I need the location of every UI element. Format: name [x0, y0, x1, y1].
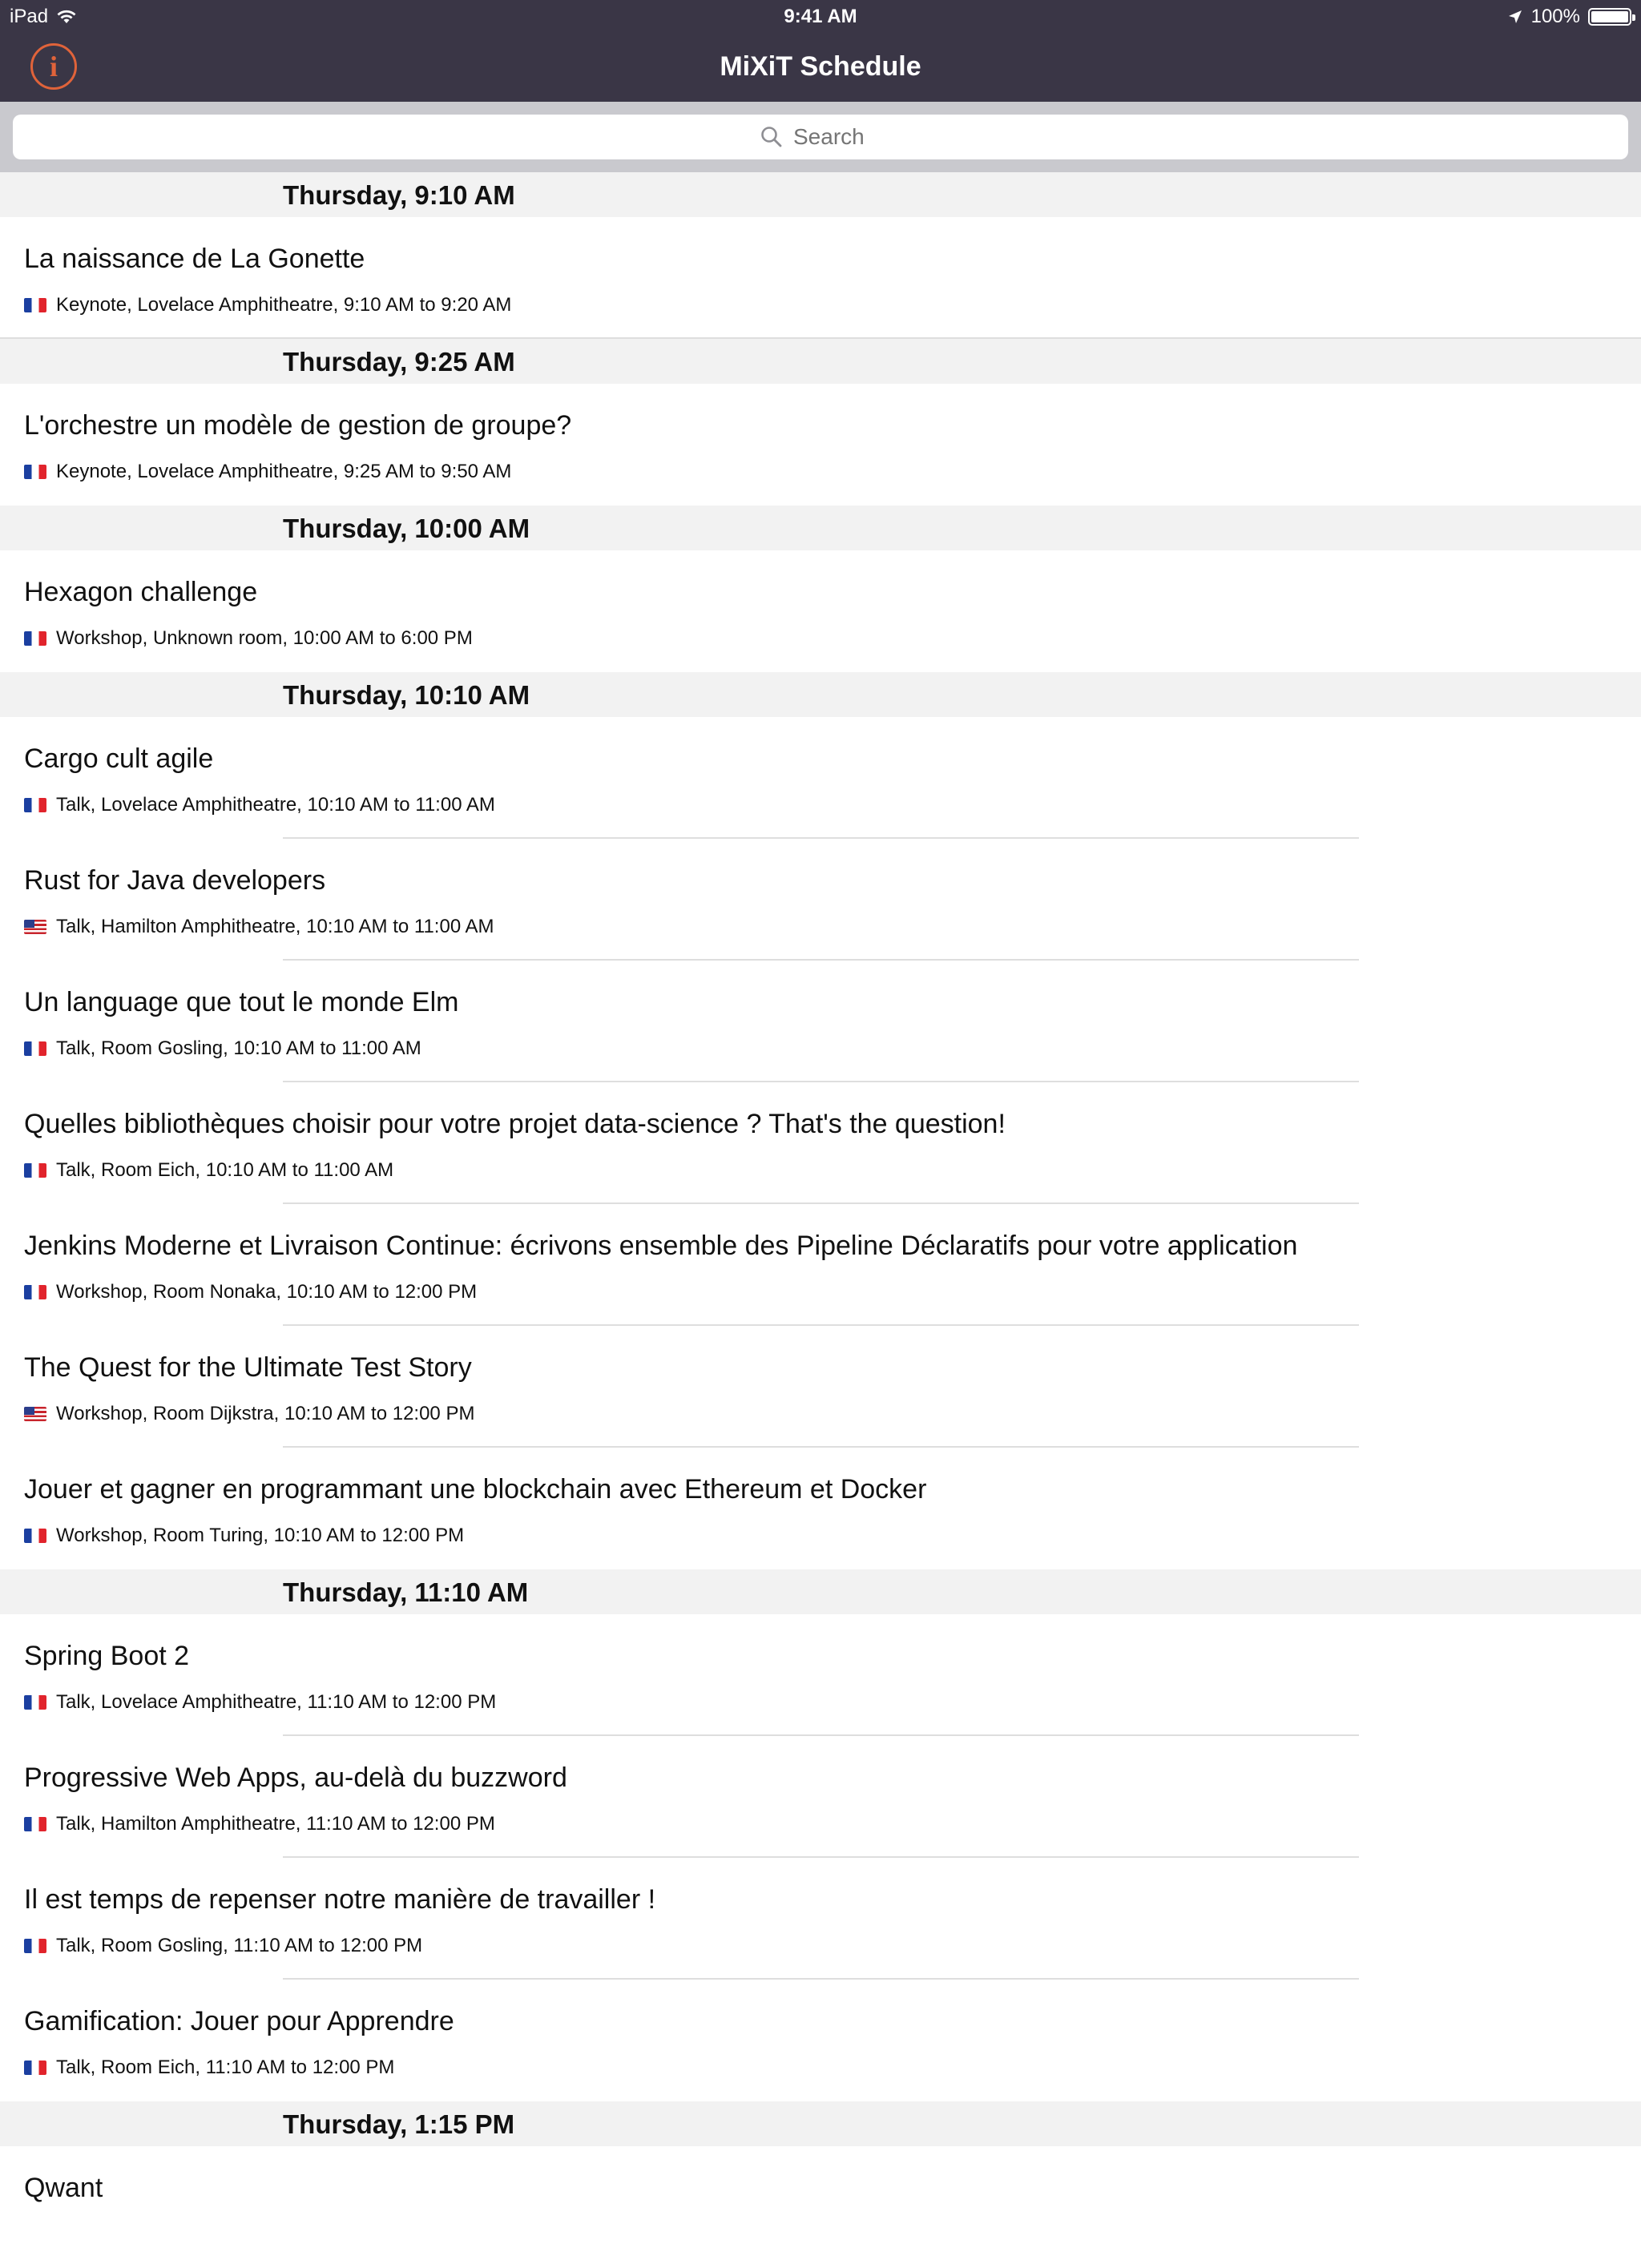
french-flag-icon — [24, 1041, 46, 1056]
section-header-label: Thursday, 9:10 AM — [283, 180, 515, 210]
session-row[interactable]: Un language que tout le monde Elm Talk, R… — [0, 961, 1641, 1082]
section-header-label: Thursday, 10:00 AM — [283, 514, 530, 543]
session-row[interactable]: Rust for Java developers Talk, Hamilton A… — [0, 839, 1641, 961]
navigation-bar: i MiXiT Schedule — [0, 32, 1641, 102]
session-title: Gamification: Jouer pour Apprendre — [24, 2006, 454, 2036]
session-meta: Talk, Room Eich, 11:10 AM to 12:00 PM — [24, 2057, 394, 2079]
status-bar: iPad 9:41 AM 100% — [0, 0, 1641, 32]
french-flag-icon — [24, 465, 46, 479]
session-title: Jenkins Moderne et Livraison Continue: é… — [24, 1231, 1298, 1261]
french-flag-icon — [24, 1817, 46, 1831]
section-header: Thursday, 9:10 AM — [0, 172, 1641, 217]
page-title: MiXiT Schedule — [720, 51, 921, 82]
french-flag-icon — [24, 1695, 46, 1710]
schedule-list[interactable]: Thursday, 9:10 AM La naissance de La Gone… — [0, 172, 1641, 2268]
session-title: L'orchestre un modèle de gestion de grou… — [24, 410, 572, 441]
session-details: Talk, Room Gosling, 10:10 AM to 11:00 AM — [56, 1037, 421, 1059]
session-details: Talk, Room Eich, 10:10 AM to 11:00 AM — [56, 1159, 394, 1181]
battery-icon — [1588, 8, 1635, 26]
session-row[interactable]: Spring Boot 2 Talk, Lovelace Amphitheatre… — [0, 1614, 1641, 1736]
session-title: Hexagon challenge — [24, 577, 258, 607]
session-details: Workshop, Room Nonaka, 10:10 AM to 12:00… — [56, 1281, 478, 1303]
session-meta: Workshop, Room Turing, 10:10 AM to 12:00… — [24, 1525, 464, 1547]
us-flag-icon — [24, 920, 46, 934]
session-meta: Talk, Lovelace Amphitheatre, 10:10 AM to… — [24, 794, 495, 816]
session-details: Talk, Hamilton Amphitheatre, 11:10 AM to… — [56, 1813, 495, 1835]
session-row[interactable]: Cargo cult agile Talk, Lovelace Amphithea… — [0, 717, 1641, 839]
session-meta: Talk, Hamilton Amphitheatre, 10:10 AM to… — [24, 916, 494, 938]
french-flag-icon — [24, 1939, 46, 1953]
session-row[interactable]: Jouer et gagner en programmant une block… — [0, 1448, 1641, 1569]
section-header-label: Thursday, 1:15 PM — [283, 2109, 515, 2139]
location-arrow-icon — [1508, 10, 1522, 23]
section-header: Thursday, 1:15 PM — [0, 2101, 1641, 2146]
session-title: Cargo cult agile — [24, 743, 214, 774]
session-meta: Talk, Room Gosling, 11:10 AM to 12:00 PM — [24, 1935, 422, 1957]
session-meta: Talk, Room Eich, 10:10 AM to 11:00 AM — [24, 1159, 393, 1182]
search-input[interactable] — [793, 124, 881, 150]
french-flag-icon — [24, 1163, 46, 1178]
session-details: Talk, Hamilton Amphitheatre, 10:10 AM to… — [56, 916, 494, 937]
section-header: Thursday, 9:25 AM — [0, 339, 1641, 384]
session-title: The Quest for the Ultimate Test Story — [24, 1352, 472, 1383]
session-row[interactable]: La naissance de La Gonette Keynote, Lovel… — [0, 217, 1641, 339]
session-details: Keynote, Lovelace Amphitheatre, 9:10 AM … — [56, 294, 512, 316]
session-details: Talk, Lovelace Amphitheatre, 11:10 AM to… — [56, 1691, 497, 1713]
search-field[interactable] — [13, 115, 1628, 159]
session-meta: Workshop, Room Dijkstra, 10:10 AM to 12:… — [24, 1403, 474, 1425]
french-flag-icon — [24, 1285, 46, 1299]
session-row[interactable]: Gamification: Jouer pour Apprendre Talk, … — [0, 1980, 1641, 2101]
session-title: Rust for Java developers — [24, 865, 326, 896]
session-row[interactable]: The Quest for the Ultimate Test Story Wor… — [0, 1326, 1641, 1448]
french-flag-icon — [24, 798, 46, 812]
session-details: Workshop, Room Turing, 10:10 AM to 12:00… — [56, 1525, 465, 1546]
search-icon — [761, 127, 782, 147]
section-header-label: Thursday, 10:10 AM — [283, 680, 530, 710]
session-row[interactable]: Hexagon challenge Workshop, Unknown room,… — [0, 550, 1641, 672]
session-meta: Talk, Hamilton Amphitheatre, 11:10 AM to… — [24, 1813, 495, 1835]
session-meta: Keynote, Lovelace Amphitheatre, 9:25 AM … — [24, 461, 511, 483]
section-header: Thursday, 10:10 AM — [0, 672, 1641, 717]
session-meta: Keynote, Lovelace Amphitheatre, 9:10 AM … — [24, 294, 511, 316]
section-header-label: Thursday, 11:10 AM — [283, 1577, 529, 1607]
session-details: Keynote, Lovelace Amphitheatre, 9:25 AM … — [56, 461, 512, 482]
session-meta: Talk, Room Gosling, 10:10 AM to 11:00 AM — [24, 1037, 421, 1060]
session-row[interactable]: Progressive Web Apps, au-delà du buzzwor… — [0, 1736, 1641, 1858]
search-bar — [0, 102, 1641, 172]
session-details: Talk, Lovelace Amphitheatre, 10:10 AM to… — [56, 794, 495, 816]
session-title: Progressive Web Apps, au-delà du buzzwor… — [24, 1762, 567, 1793]
session-meta: Workshop, Room Nonaka, 10:10 AM to 12:00… — [24, 1281, 477, 1303]
session-meta: Workshop, Unknown room, 10:00 AM to 6:00… — [24, 627, 473, 650]
french-flag-icon — [24, 2061, 46, 2075]
session-meta: Talk, Lovelace Amphitheatre, 11:10 AM to… — [24, 1691, 496, 1714]
french-flag-icon — [24, 1529, 46, 1543]
section-header: Thursday, 10:00 AM — [0, 506, 1641, 550]
session-details: Workshop, Room Dijkstra, 10:10 AM to 12:… — [56, 1403, 475, 1424]
us-flag-icon — [24, 1407, 46, 1421]
session-row[interactable]: Qwant — [0, 2146, 1641, 2268]
session-title: Jouer et gagner en programmant une block… — [24, 1474, 927, 1505]
session-title: Quelles bibliothèques choisir pour votre… — [24, 1109, 1006, 1139]
top-bar: iPad 9:41 AM 100% i MiXiT Schedule — [0, 0, 1641, 102]
status-time: 9:41 AM — [784, 6, 857, 27]
session-details: Workshop, Unknown room, 10:00 AM to 6:00… — [56, 627, 473, 649]
section-header-label: Thursday, 9:25 AM — [283, 347, 515, 377]
session-title: La naissance de La Gonette — [24, 244, 365, 274]
session-row[interactable]: L'orchestre un modèle de gestion de grou… — [0, 384, 1641, 506]
battery-percent: 100% — [1530, 6, 1580, 27]
session-details: Talk, Room Eich, 11:10 AM to 12:00 PM — [56, 2057, 395, 2078]
session-row[interactable]: Jenkins Moderne et Livraison Continue: é… — [0, 1204, 1641, 1326]
session-title: Spring Boot 2 — [24, 1641, 190, 1671]
french-flag-icon — [24, 298, 46, 312]
section-header: Thursday, 11:10 AM — [0, 1569, 1641, 1614]
french-flag-icon — [24, 631, 46, 646]
session-row[interactable]: Quelles bibliothèques choisir pour votre… — [0, 1082, 1641, 1204]
session-row[interactable]: Il est temps de repenser notre manière d… — [0, 1858, 1641, 1980]
session-title: Il est temps de repenser notre manière d… — [24, 1884, 656, 1915]
session-title: Un language que tout le monde Elm — [24, 987, 459, 1017]
session-details: Talk, Room Gosling, 11:10 AM to 12:00 PM — [56, 1935, 423, 1956]
